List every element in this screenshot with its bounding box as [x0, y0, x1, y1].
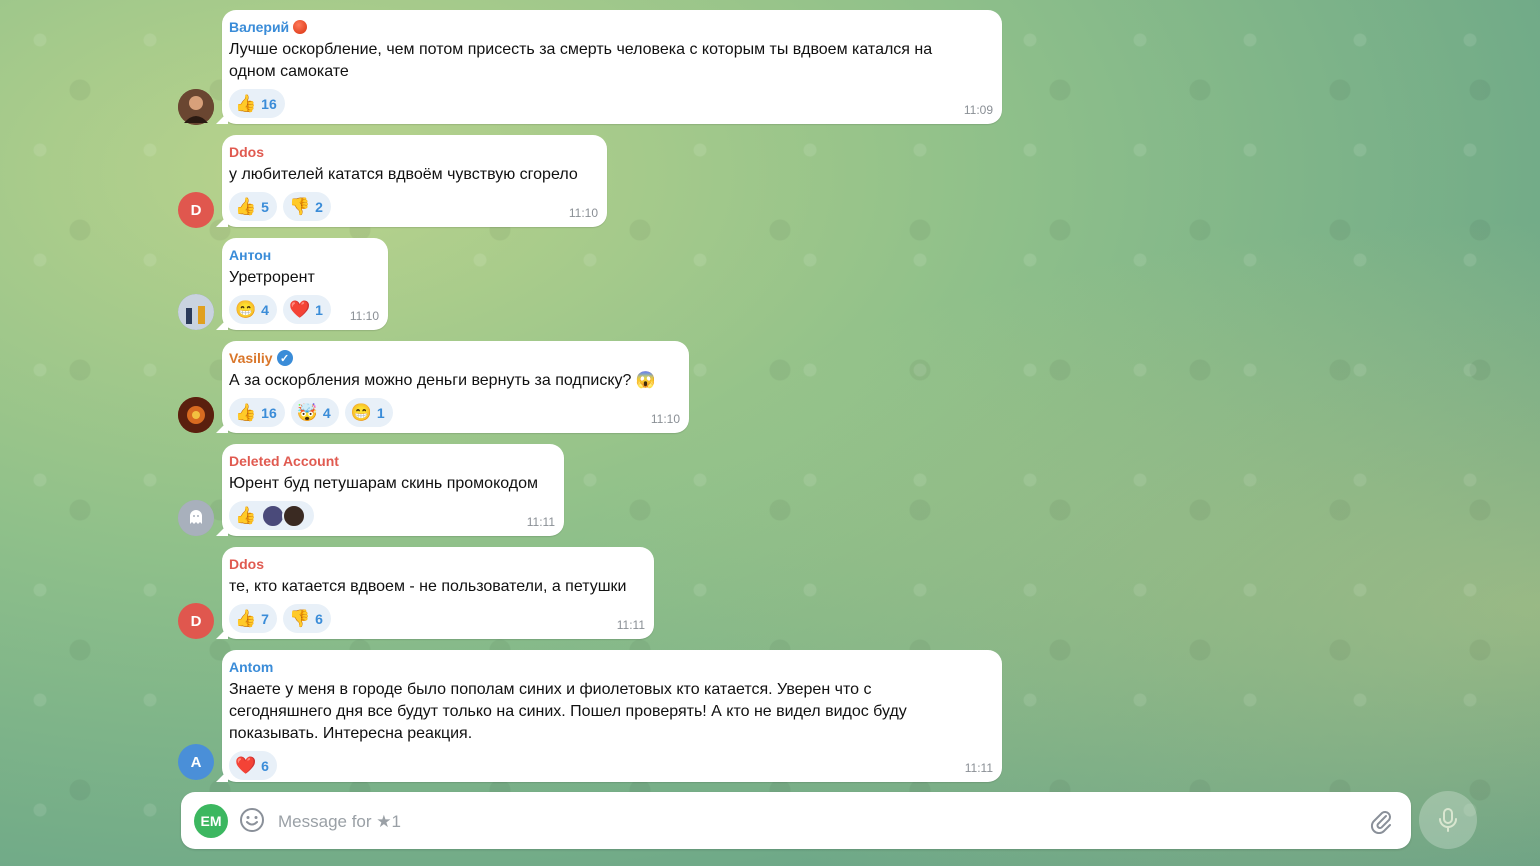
- reaction-count: 4: [322, 404, 331, 421]
- verified-badge-icon: ✓: [276, 350, 293, 366]
- message-time: 11:11: [526, 515, 555, 529]
- smile-icon[interactable]: [239, 807, 265, 833]
- reactions: ❤️ 6: [229, 751, 992, 780]
- message-bubble[interactable]: Vasiliy ✓ А за оскорбления можно деньги …: [222, 341, 689, 433]
- avatar-photo-icon: [178, 294, 214, 330]
- reaction-thumbs-up[interactable]: 👍 16: [229, 89, 285, 118]
- message-text: Юрент буд петушарам скинь промокодом: [229, 475, 539, 492]
- avatar[interactable]: [178, 89, 214, 125]
- avatar[interactable]: [178, 294, 214, 330]
- grinning-face-icon: 😁: [350, 403, 372, 422]
- reaction-count: 6: [315, 610, 323, 627]
- reaction-count: 6: [261, 757, 269, 774]
- message-composer: EM: [181, 792, 1411, 849]
- message-text: Лучше оскорбление, чем потом присесть за…: [229, 41, 933, 80]
- reaction-count: 2: [315, 198, 323, 215]
- thumbs-up-icon: 👍: [235, 197, 257, 216]
- message-bubble[interactable]: Валерий Лучше оскорбление, чем потом при…: [222, 10, 1002, 124]
- sender-name[interactable]: Deleted Account: [229, 452, 554, 470]
- message-bubble[interactable]: Ddos те, кто катается вдвоем - не пользо…: [222, 547, 654, 639]
- thumbs-up-icon: 👍: [235, 94, 257, 113]
- message-bubble[interactable]: Ddos у любителей кататся вдвоём чувствую…: [222, 135, 607, 227]
- sender-name[interactable]: Ddos: [229, 555, 644, 573]
- message-bubble[interactable]: Антон Уретрорент 😁 4 ❤️ 1 11:10: [222, 238, 388, 330]
- message-time: 11:09: [963, 103, 993, 117]
- avatar[interactable]: [178, 397, 214, 433]
- sender-name[interactable]: Антон: [229, 246, 378, 264]
- reaction-count: 16: [261, 95, 277, 112]
- reaction-count: 7: [261, 610, 269, 627]
- reaction-thumbs-up[interactable]: 👍 16: [229, 398, 285, 427]
- microphone-button[interactable]: [1419, 791, 1477, 849]
- message-bubble[interactable]: Deleted Account Юрент буд петушарам скин…: [222, 444, 564, 536]
- reaction-grin[interactable]: 😁 1: [344, 398, 393, 427]
- send-as-avatar[interactable]: EM: [194, 804, 228, 838]
- thumbs-up-icon: 👍: [235, 609, 257, 628]
- reaction-grin[interactable]: 😁 4: [229, 295, 277, 324]
- reaction-heart[interactable]: ❤️ 1: [282, 295, 331, 324]
- reaction-count: 16: [261, 404, 277, 421]
- sender-name[interactable]: Валерий: [229, 18, 992, 36]
- sender-name[interactable]: Ddos: [229, 143, 597, 161]
- thumbs-up-icon: 👍: [235, 403, 257, 422]
- reactions: 👍 16 🤯 4 😁 1: [229, 398, 679, 427]
- grinning-face-icon: 😁: [235, 300, 257, 319]
- message-text: А за оскорбления можно деньги вернуть за…: [229, 372, 656, 389]
- reactions: 👍 7 👎 6: [229, 604, 644, 633]
- reaction-thumbs-up[interactable]: 👍: [229, 501, 315, 530]
- message-bubble[interactable]: Antom Знаете у меня в городе было попола…: [222, 650, 1002, 782]
- avatar[interactable]: A: [178, 744, 214, 780]
- reactions: 👍 16: [229, 89, 992, 118]
- mind-blown-icon: 🤯: [296, 403, 318, 422]
- reaction-count: 1: [376, 404, 385, 421]
- sender-name[interactable]: Antom: [229, 658, 992, 676]
- reaction-count: 5: [261, 198, 269, 215]
- reaction-thumbs-down[interactable]: 👎 6: [282, 604, 331, 633]
- avatar[interactable]: D: [178, 603, 214, 639]
- reaction-thumbs-up[interactable]: 👍 5: [229, 192, 277, 221]
- heart-icon: ❤️: [235, 756, 257, 775]
- reaction-thumbs-up[interactable]: 👍 7: [229, 604, 277, 633]
- avatar-photo-icon: [178, 89, 214, 125]
- ghost-icon: [178, 500, 214, 536]
- message-list[interactable]: Валерий Лучше оскорбление, чем потом при…: [0, 0, 1540, 790]
- reactions: 👍: [229, 501, 554, 530]
- heart-icon: ❤️: [288, 300, 311, 319]
- reaction-thumbs-down[interactable]: 👎 2: [282, 192, 331, 221]
- message-text: Уретрорент: [229, 269, 315, 286]
- avatar-photo-icon: [178, 397, 214, 433]
- microphone-icon: [1439, 808, 1457, 832]
- reaction-heart[interactable]: ❤️ 6: [229, 751, 277, 780]
- message-input[interactable]: [276, 804, 1360, 840]
- message-time: 11:10: [568, 206, 598, 220]
- status-emoji-icon: [293, 20, 308, 34]
- thumbs-down-icon: 👎: [288, 609, 311, 628]
- message-time: 11:10: [349, 309, 379, 323]
- avatar[interactable]: D: [178, 192, 214, 228]
- message-text: Знаете у меня в городе было пополам сини…: [229, 681, 907, 742]
- reactions: 👍 5 👎 2: [229, 192, 597, 221]
- thumbs-up-icon: 👍: [235, 506, 257, 525]
- thumbs-down-icon: 👎: [288, 197, 311, 216]
- avatar[interactable]: [178, 500, 214, 536]
- reaction-count: 4: [261, 301, 269, 318]
- reaction-mind-blown[interactable]: 🤯 4: [290, 398, 339, 427]
- reaction-count: 1: [315, 301, 323, 318]
- message-time: 11:11: [616, 618, 645, 632]
- message-time: 11:11: [964, 761, 993, 775]
- message-text: у любителей кататся вдвоём чувствую сгор…: [229, 166, 578, 183]
- reactor-avatar: [282, 503, 307, 528]
- sender-name[interactable]: Vasiliy ✓: [229, 349, 679, 367]
- message-time: 11:10: [650, 412, 680, 426]
- paperclip-icon[interactable]: [1369, 808, 1393, 834]
- message-text: те, кто катается вдвоем - не пользовател…: [229, 578, 627, 595]
